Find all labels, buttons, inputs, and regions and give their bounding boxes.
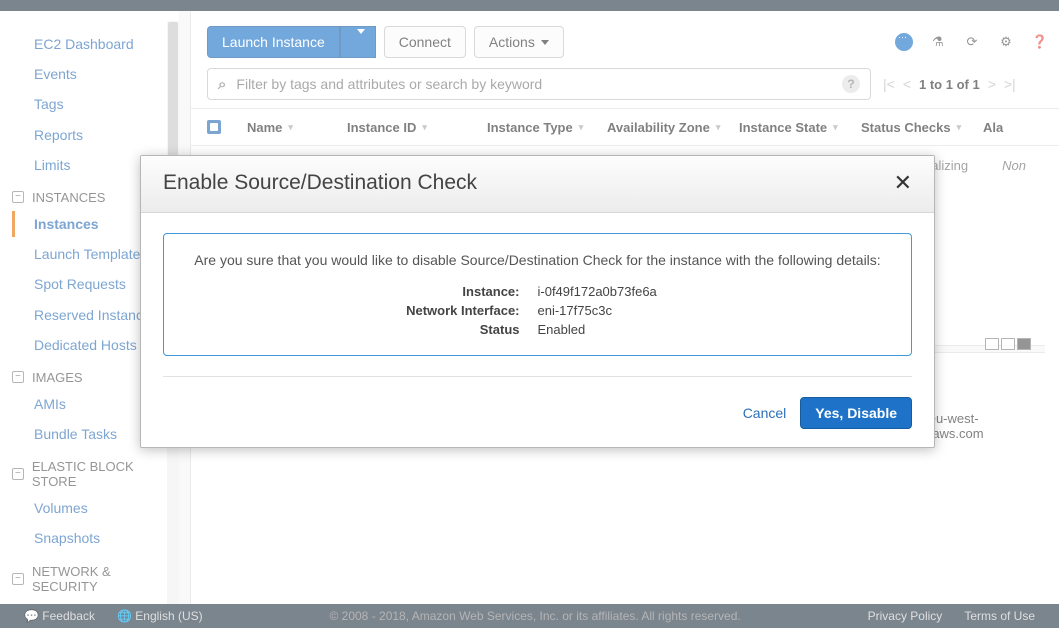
modal-row-label-instance: Instance: — [238, 284, 538, 299]
modal-content-box: Are you sure that you would like to disa… — [163, 233, 912, 356]
modal-row-val-instance: i-0f49f172a0b73fe6a — [538, 284, 838, 299]
modal-title: Enable Source/Destination Check — [163, 171, 477, 195]
modal-row-val-eni: eni-17f75c3c — [538, 303, 838, 318]
confirm-button[interactable]: Yes, Disable — [800, 397, 912, 429]
close-icon[interactable]: ✕ — [894, 170, 912, 196]
modal-message: Are you sure that you would like to disa… — [186, 252, 889, 268]
modal-row-label-status: Status — [238, 322, 538, 337]
modal-row-label-eni: Network Interface: — [238, 303, 538, 318]
modal-row-val-status: Enabled — [538, 322, 838, 337]
modal-source-dest-check: Enable Source/Destination Check ✕ Are yo… — [140, 155, 935, 448]
cancel-button[interactable]: Cancel — [743, 405, 787, 421]
